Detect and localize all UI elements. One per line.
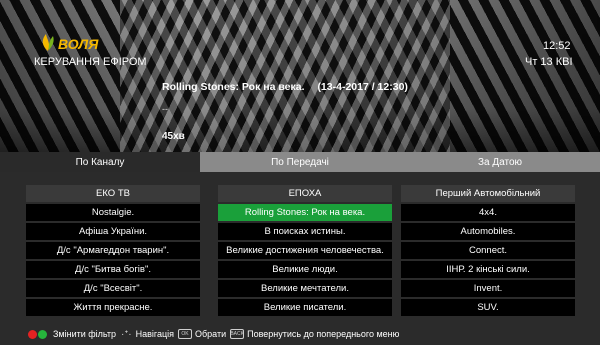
program-preview-background bbox=[0, 0, 600, 155]
program-item[interactable]: 4x4. bbox=[401, 204, 575, 221]
program-item[interactable]: SUV. bbox=[401, 299, 575, 316]
ok-key-icon: OK bbox=[178, 329, 193, 339]
back-hint: Повернутись до попереднього меню bbox=[247, 329, 400, 339]
tab-by-channel[interactable]: По Каналу bbox=[0, 152, 200, 172]
section-title: КЕРУВАННЯ ЕФІРОМ bbox=[34, 56, 147, 68]
back-key-icon: BACK bbox=[230, 329, 245, 339]
program-datetime: (13-4-2017 / 12:30) bbox=[317, 81, 408, 93]
channel-column-pershyi-avto: Перший Автомобільний 4x4. Automobiles. C… bbox=[401, 185, 575, 318]
program-item[interactable]: Д/с "Битва богів". bbox=[26, 261, 200, 278]
program-item[interactable]: Великие писатели. bbox=[218, 299, 392, 316]
channel-header[interactable]: Перший Автомобільний bbox=[401, 185, 575, 202]
program-item[interactable]: Nostalgie. bbox=[26, 204, 200, 221]
filter-tabs: По Каналу По Передачі За Датою bbox=[0, 152, 600, 172]
clock-date: Чт 13 КВІ bbox=[525, 56, 573, 68]
screen: ВОЛЯ КЕРУВАННЯ ЕФІРОМ 12:52 Чт 13 КВІ Ro… bbox=[0, 0, 600, 345]
channel-column-eko-tv: ЕКО ТВ Nostalgie. Афіша України. Д/с "Ар… bbox=[26, 185, 200, 318]
program-item-selected[interactable]: Rolling Stones: Рок на века. bbox=[218, 204, 392, 221]
program-item[interactable]: ІІНР. 2 кінські сили. bbox=[401, 261, 575, 278]
clock-time: 12:52 bbox=[543, 40, 571, 52]
select-hint: Обрати bbox=[195, 329, 227, 339]
channel-column-epoha: ЕПОХА Rolling Stones: Рок на века. В пои… bbox=[218, 185, 392, 318]
program-item[interactable]: Д/с "Всесвіт". bbox=[26, 280, 200, 297]
program-item[interactable]: Великие мечтатели. bbox=[218, 280, 392, 297]
channel-header[interactable]: ЕПОХА bbox=[218, 185, 392, 202]
program-item[interactable]: Connect. bbox=[401, 242, 575, 259]
leaf-icon bbox=[42, 34, 54, 51]
channel-header[interactable]: ЕКО ТВ bbox=[26, 185, 200, 202]
program-item[interactable]: Афіша України. bbox=[26, 223, 200, 240]
tab-by-program[interactable]: По Передачі bbox=[200, 152, 400, 172]
program-title-text: Rolling Stones: Рок на века. bbox=[162, 81, 305, 93]
red-button-icon bbox=[28, 329, 37, 339]
program-duration: 45хв bbox=[162, 131, 185, 142]
program-item[interactable]: Життя прекрасне. bbox=[26, 299, 200, 316]
footer-hints: Змінити фільтр ·ᐩ· Навігація OK Обрати B… bbox=[0, 323, 600, 345]
green-button-icon bbox=[38, 329, 47, 339]
navigation-hint: Навігація bbox=[135, 329, 175, 339]
program-item[interactable]: Invent. bbox=[401, 280, 575, 297]
provider-logo: ВОЛЯ bbox=[34, 28, 104, 54]
filter-hint: Змінити фільтр bbox=[53, 329, 117, 339]
program-description: -- bbox=[162, 104, 168, 114]
color-keys bbox=[28, 329, 47, 339]
program-title: Rolling Stones: Рок на века. (13-4-2017 … bbox=[162, 81, 408, 93]
program-item[interactable]: В поисках истины. bbox=[218, 223, 392, 240]
program-item[interactable]: Великие люди. bbox=[218, 261, 392, 278]
program-item[interactable]: Automobiles. bbox=[401, 223, 575, 240]
tab-by-date[interactable]: За Датою bbox=[400, 152, 600, 172]
arrows-icon: ·ᐩ· bbox=[121, 328, 132, 340]
program-item[interactable]: Великие достижения человечества. bbox=[218, 242, 392, 259]
logo-text: ВОЛЯ bbox=[58, 36, 99, 52]
program-item[interactable]: Д/с "Армагеддон тварин". bbox=[26, 242, 200, 259]
